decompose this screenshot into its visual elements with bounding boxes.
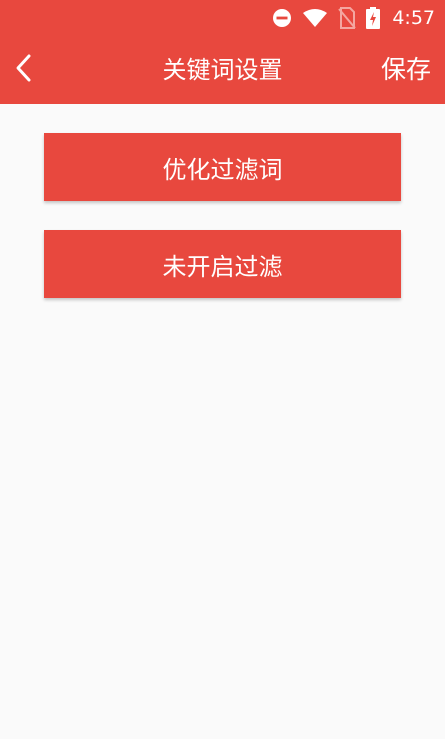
- toolbar: 关键词设置 保存: [0, 36, 445, 104]
- optimize-filter-words-button[interactable]: 优化过滤词: [44, 133, 401, 201]
- save-button[interactable]: 保存: [381, 36, 431, 104]
- status-icons: 4:57: [272, 4, 435, 32]
- battery-charging-icon: [366, 7, 381, 29]
- no-sim-icon: [338, 7, 357, 29]
- status-bar: 4:57: [0, 0, 445, 36]
- back-button[interactable]: [4, 46, 44, 94]
- wifi-icon: [302, 8, 328, 28]
- app-header: 4:57 关键词设置 保存: [0, 0, 445, 104]
- filter-toggle-button[interactable]: 未开启过滤: [44, 230, 401, 298]
- status-time: 4:57: [392, 7, 435, 29]
- chevron-left-icon: [14, 53, 34, 87]
- page-title: 关键词设置: [162, 56, 283, 84]
- do-not-disturb-icon: [272, 8, 292, 28]
